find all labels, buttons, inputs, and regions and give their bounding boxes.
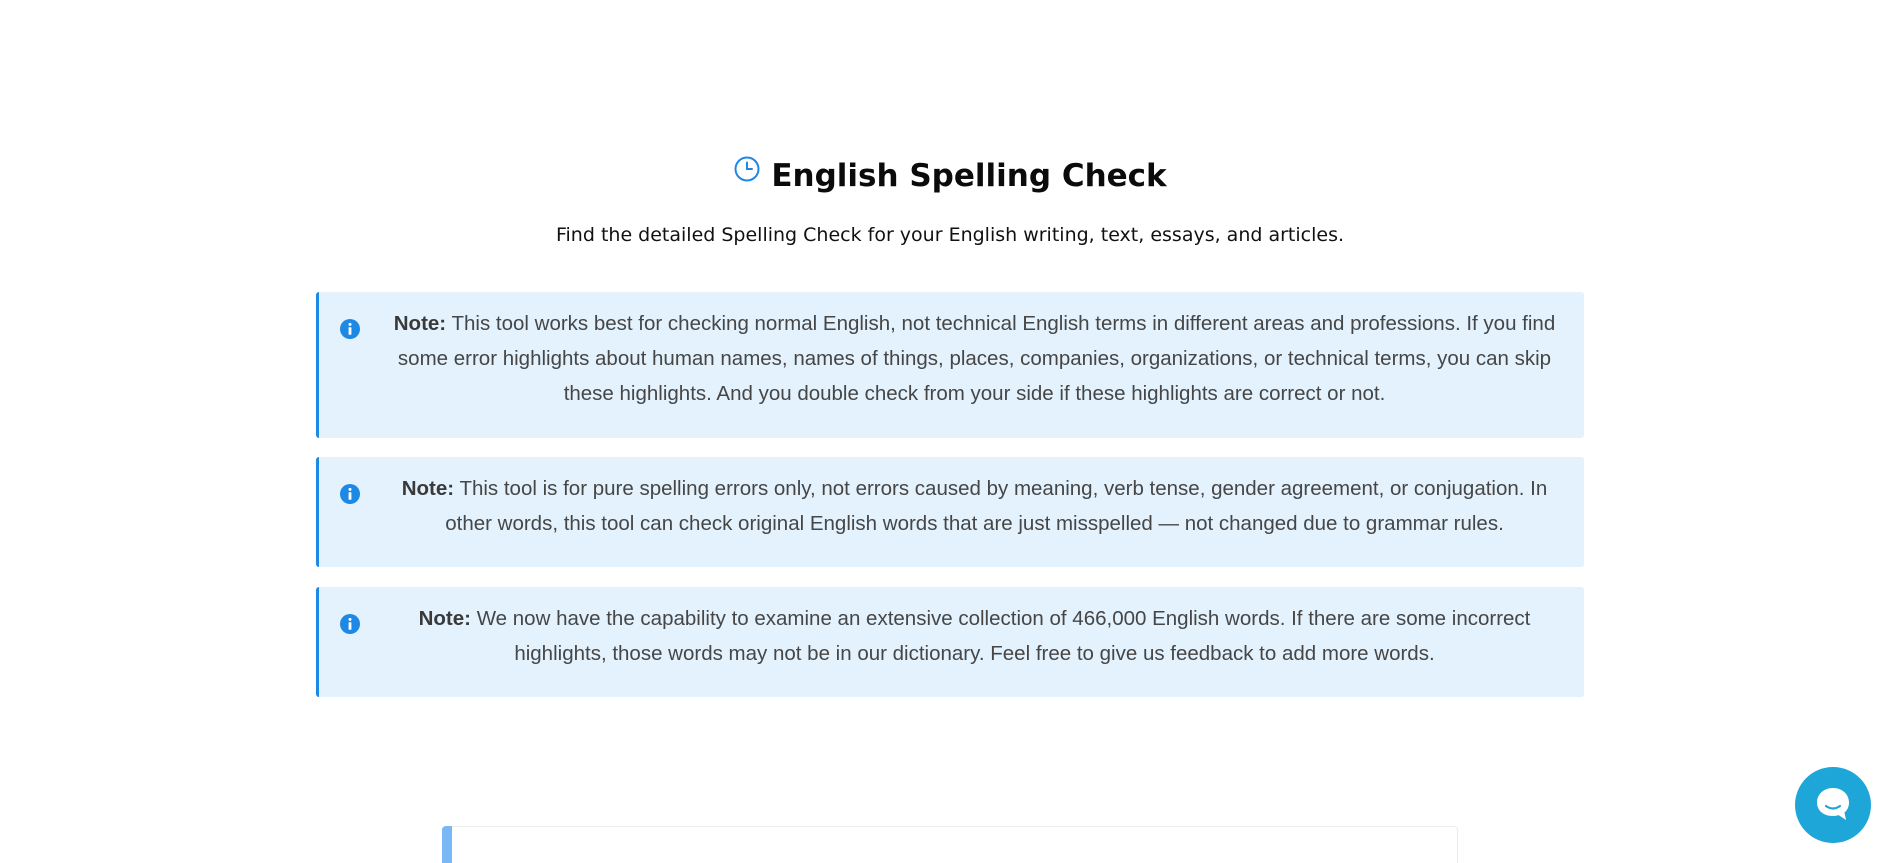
note-label: Note: bbox=[393, 312, 447, 335]
text-editor[interactable] bbox=[442, 826, 1458, 863]
info-icon bbox=[340, 614, 360, 634]
note-label: Note: bbox=[401, 477, 455, 500]
note-body: This tool is for pure spelling errors on… bbox=[445, 477, 1548, 535]
clock-icon bbox=[734, 156, 760, 182]
page-subtitle: Find the detailed Spelling Check for you… bbox=[555, 224, 1345, 246]
note-label: Note: bbox=[418, 607, 471, 630]
note-text: Note: This tool is for pure spelling err… bbox=[389, 471, 1560, 541]
note-box: Note: We now have the capability to exam… bbox=[316, 587, 1584, 697]
note-text: Note: This tool works best for checking … bbox=[389, 306, 1560, 411]
note-box: Note: This tool works best for checking … bbox=[316, 292, 1584, 438]
editor-accent-bar bbox=[442, 826, 452, 863]
page: English Spelling Check Find the detailed… bbox=[0, 0, 1900, 863]
note-body: We now have the capability to examine an… bbox=[476, 607, 1531, 665]
note-box: Note: This tool is for pure spelling err… bbox=[316, 457, 1584, 567]
page-title: English Spelling Check bbox=[771, 158, 1167, 194]
chat-bubble-icon bbox=[1817, 788, 1849, 820]
chat-button[interactable] bbox=[1795, 767, 1871, 843]
info-icon bbox=[340, 319, 360, 339]
page-header: English Spelling Check bbox=[0, 150, 1900, 202]
note-body: This tool works best for checking normal… bbox=[397, 312, 1556, 405]
info-icon bbox=[340, 484, 360, 504]
note-text: Note: We now have the capability to exam… bbox=[389, 601, 1560, 671]
